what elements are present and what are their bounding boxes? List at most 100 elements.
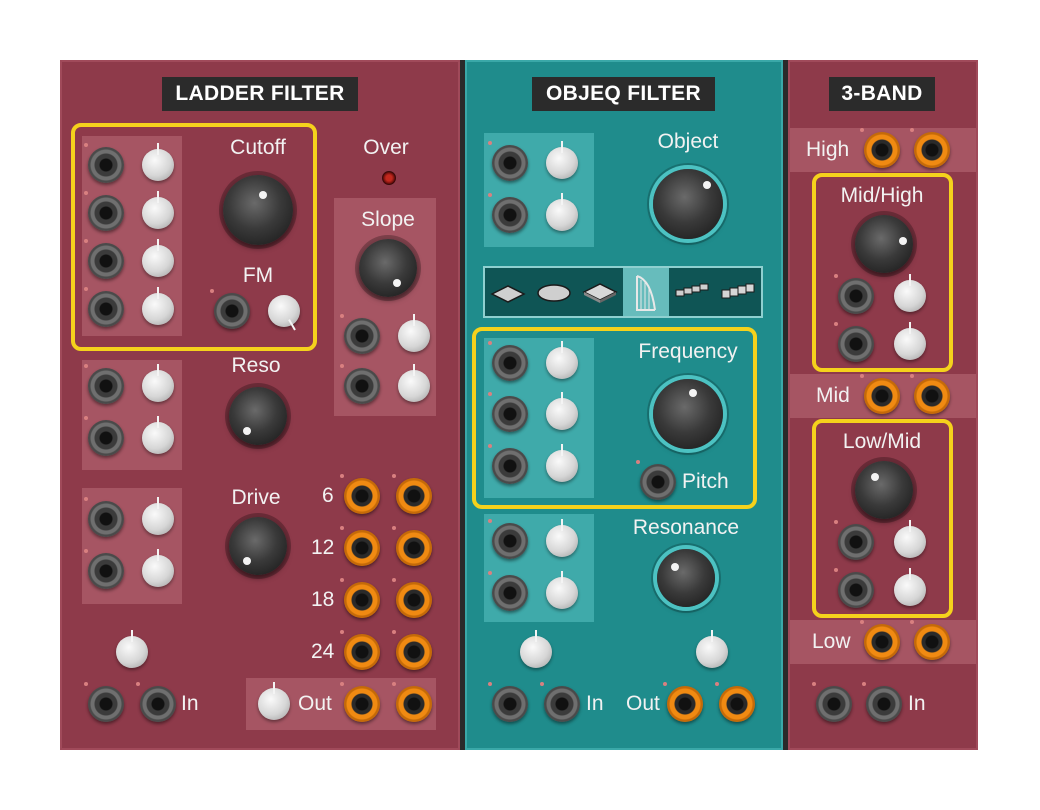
input-gain-knob[interactable] bbox=[116, 630, 148, 668]
mid-high-cv-knob-1[interactable] bbox=[894, 274, 926, 312]
objeq-out-right-jack[interactable] bbox=[715, 682, 755, 722]
plate-round-icon[interactable] bbox=[531, 268, 577, 316]
drive-cv-jack-1[interactable] bbox=[84, 497, 124, 537]
three-band-in-label: In bbox=[908, 692, 926, 715]
frequency-cv-knob-2[interactable] bbox=[546, 392, 578, 430]
pitch-label: Pitch bbox=[682, 470, 729, 493]
resonance-cv-knob-1[interactable] bbox=[546, 519, 578, 557]
slope-12-label: 12 bbox=[311, 536, 335, 559]
resonance-cv-jack-1[interactable] bbox=[488, 519, 528, 559]
reso-knob[interactable] bbox=[229, 387, 287, 445]
mid-high-knob[interactable] bbox=[855, 215, 913, 273]
output-gain-knob[interactable] bbox=[258, 682, 290, 720]
objeq-output-gain-knob[interactable] bbox=[696, 630, 728, 668]
resonance-cv-jack-2[interactable] bbox=[488, 571, 528, 611]
plate-thick-icon[interactable] bbox=[577, 268, 623, 316]
reso-label: Reso bbox=[231, 354, 281, 377]
cutoff-cv-jack-1[interactable] bbox=[84, 143, 124, 183]
drive-cv-knob-1[interactable] bbox=[142, 497, 174, 535]
cutoff-cv-jack-4[interactable] bbox=[84, 287, 124, 327]
mid-high-cv-jack-1[interactable] bbox=[834, 274, 874, 314]
object-cv-jack-1[interactable] bbox=[488, 141, 528, 181]
out-12-right-jack[interactable] bbox=[392, 526, 432, 566]
out-24-left-jack[interactable] bbox=[340, 630, 380, 670]
cutoff-cv-knob-3[interactable] bbox=[142, 239, 174, 277]
frequency-cv-jack-1[interactable] bbox=[488, 341, 528, 381]
mid-high-cv-knob-2[interactable] bbox=[894, 322, 926, 360]
mid-high-cv-jack-2[interactable] bbox=[834, 322, 874, 362]
low-out-right-jack[interactable] bbox=[910, 620, 950, 660]
objeq-input-gain-knob[interactable] bbox=[520, 630, 552, 668]
out-18-right-jack[interactable] bbox=[392, 578, 432, 618]
slope-cv-jack-1[interactable] bbox=[340, 314, 380, 354]
three-band-in-left-jack[interactable] bbox=[812, 682, 852, 722]
reso-cv-knob-1[interactable] bbox=[142, 364, 174, 402]
slope-6-label: 6 bbox=[322, 484, 334, 507]
slope-cv-knob-2[interactable] bbox=[398, 364, 430, 402]
high-out-right-jack[interactable] bbox=[910, 128, 950, 168]
pitch-jack[interactable] bbox=[636, 460, 676, 500]
low-mid-knob[interactable] bbox=[855, 461, 913, 519]
three-band-in-right-jack[interactable] bbox=[862, 682, 902, 722]
ladder-filter-title: LADDER FILTER bbox=[162, 77, 358, 111]
mid-label: Mid bbox=[816, 384, 850, 407]
cutoff-cv-jack-3[interactable] bbox=[84, 239, 124, 279]
bars-thick-icon[interactable] bbox=[715, 268, 761, 316]
drive-cv-knob-2[interactable] bbox=[142, 549, 174, 587]
reso-cv-knob-2[interactable] bbox=[142, 416, 174, 454]
objeq-in-right-jack[interactable] bbox=[540, 682, 580, 722]
objeq-filter-title: OBJEQ FILTER bbox=[532, 77, 715, 111]
low-mid-cv-jack-2[interactable] bbox=[834, 568, 874, 608]
bars-icon[interactable] bbox=[669, 268, 715, 316]
plate-square-icon[interactable] bbox=[485, 268, 531, 316]
low-mid-cv-jack-1[interactable] bbox=[834, 520, 874, 560]
fm-knob[interactable] bbox=[268, 295, 300, 331]
fm-input-jack[interactable] bbox=[210, 289, 250, 329]
out-24-right-jack[interactable] bbox=[392, 630, 432, 670]
harp-icon[interactable] bbox=[623, 268, 669, 316]
object-cv-jack-2[interactable] bbox=[488, 193, 528, 233]
drive-cv-jack-2[interactable] bbox=[84, 549, 124, 589]
frequency-cv-jack-3[interactable] bbox=[488, 444, 528, 484]
objeq-in-left-jack[interactable] bbox=[488, 682, 528, 722]
out-18-left-jack[interactable] bbox=[340, 578, 380, 618]
cutoff-knob[interactable] bbox=[223, 175, 293, 245]
low-mid-cv-knob-2[interactable] bbox=[894, 568, 926, 606]
cutoff-cv-knob-4[interactable] bbox=[142, 287, 174, 325]
resonance-cv-knob-2[interactable] bbox=[546, 571, 578, 609]
object-cv-knob-2[interactable] bbox=[546, 193, 578, 231]
frequency-cv-jack-2[interactable] bbox=[488, 392, 528, 432]
out-6-right-jack[interactable] bbox=[392, 474, 432, 514]
reso-cv-jack-2[interactable] bbox=[84, 416, 124, 456]
slope-cv-jack-2[interactable] bbox=[340, 364, 380, 404]
ladder-in-right-jack[interactable] bbox=[136, 682, 176, 722]
reso-cv-jack-1[interactable] bbox=[84, 364, 124, 404]
high-out-left-jack[interactable] bbox=[860, 128, 900, 168]
ladder-out-right-jack[interactable] bbox=[392, 682, 432, 722]
cutoff-cv-jack-2[interactable] bbox=[84, 191, 124, 231]
slope-18-label: 18 bbox=[311, 588, 335, 611]
frequency-cv-knob-3[interactable] bbox=[546, 444, 578, 482]
ladder-out-label: Out bbox=[298, 692, 332, 715]
low-out-left-jack[interactable] bbox=[860, 620, 900, 660]
low-mid-cv-knob-1[interactable] bbox=[894, 520, 926, 558]
object-cv-knob-1[interactable] bbox=[546, 141, 578, 179]
object-knob[interactable] bbox=[653, 169, 723, 239]
slope-knob[interactable] bbox=[359, 239, 417, 297]
mid-out-right-jack[interactable] bbox=[910, 374, 950, 414]
cutoff-cv-knob-2[interactable] bbox=[142, 191, 174, 229]
out-12-left-jack[interactable] bbox=[340, 526, 380, 566]
frequency-knob[interactable] bbox=[653, 379, 723, 449]
resonance-knob[interactable] bbox=[657, 549, 715, 607]
out-6-left-jack[interactable] bbox=[340, 474, 380, 514]
frequency-cv-knob-1[interactable] bbox=[546, 341, 578, 379]
ladder-in-label: In bbox=[181, 692, 199, 715]
cutoff-cv-knob-1[interactable] bbox=[142, 143, 174, 181]
ladder-out-left-jack[interactable] bbox=[340, 682, 380, 722]
ladder-in-left-jack[interactable] bbox=[84, 682, 124, 722]
over-led bbox=[382, 171, 396, 185]
objeq-out-left-jack[interactable] bbox=[663, 682, 703, 722]
drive-knob[interactable] bbox=[229, 517, 287, 575]
mid-out-left-jack[interactable] bbox=[860, 374, 900, 414]
slope-cv-knob-1[interactable] bbox=[398, 314, 430, 352]
